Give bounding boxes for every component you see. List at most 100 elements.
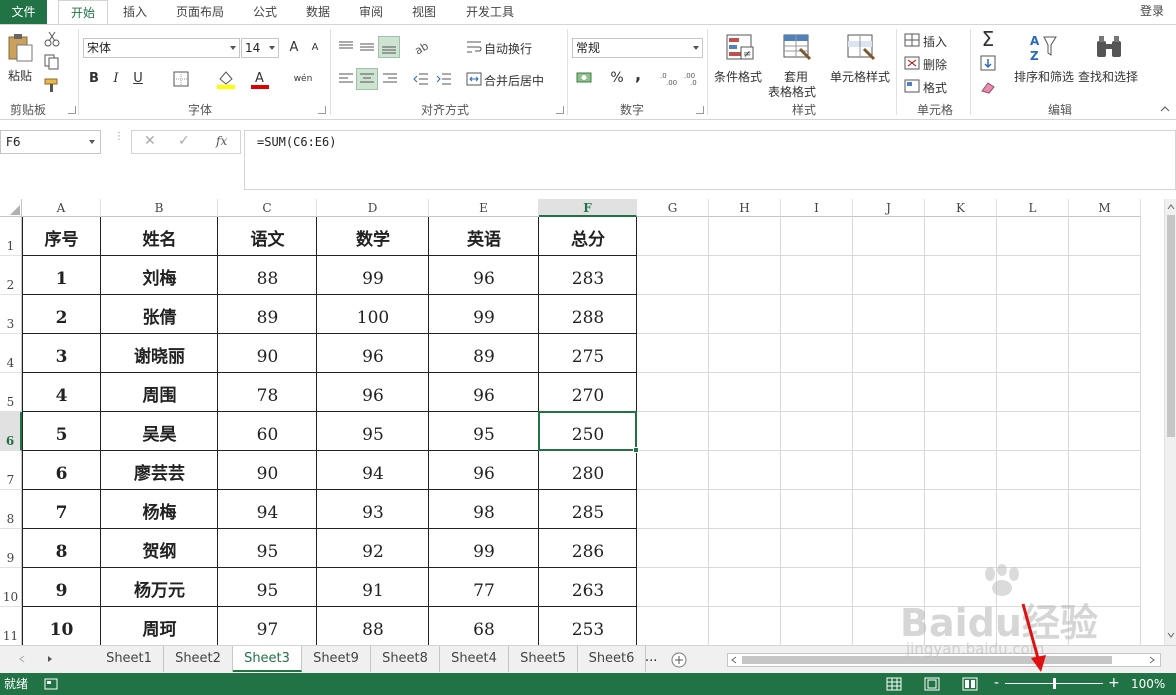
login-link[interactable]: 登录 [1140,0,1164,22]
row-header-3[interactable]: 3 [0,295,22,334]
cell-d8[interactable]: 93 [317,501,429,525]
cell-f9[interactable]: 286 [539,540,637,564]
tab-view[interactable]: 视图 [401,0,447,24]
column-header-f[interactable]: F [539,199,637,217]
cell-f2[interactable]: 283 [539,267,637,291]
cell-f10[interactable]: 263 [539,579,637,603]
row-header-11[interactable]: 11 [0,607,22,645]
cell-b6[interactable]: 吴昊 [101,423,218,447]
scroll-right-icon[interactable] [1148,656,1156,664]
cell-b8[interactable]: 杨梅 [101,501,218,525]
cell-e5[interactable]: 96 [429,384,539,408]
insert-function-icon[interactable]: fx [216,134,227,148]
autosum-icon[interactable]: Σ [978,29,998,49]
cell-f1[interactable]: 总分 [539,228,637,252]
insert-cells-icon[interactable] [904,33,920,47]
comma-button[interactable]: , [628,65,648,85]
cell-d9[interactable]: 92 [317,540,429,564]
cell-f11[interactable]: 253 [539,618,637,642]
format-cells-icon[interactable] [904,79,920,93]
currency-icon[interactable] [576,70,594,86]
next-sheet-icon[interactable] [46,655,54,663]
cell-e9[interactable]: 99 [429,540,539,564]
prev-sheet-icon[interactable] [18,655,26,663]
cell-e2[interactable]: 96 [429,267,539,291]
cut-icon[interactable] [44,31,60,47]
column-header-a[interactable]: A [22,199,101,217]
tab-page-layout[interactable]: 页面布局 [166,0,234,24]
cell-c11[interactable]: 97 [218,618,317,642]
scroll-down-icon[interactable] [1167,631,1175,639]
cell-c1[interactable]: 语文 [218,228,317,252]
font-size-select[interactable]: 14 [241,38,279,58]
cell-f3[interactable]: 288 [539,306,637,330]
insert-cells-button[interactable]: 插入 [923,33,947,50]
cell-e10[interactable]: 77 [429,579,539,603]
cell-styles-button[interactable]: 单元格样式 [830,31,892,97]
tab-formulas[interactable]: 公式 [242,0,288,24]
cell-c10[interactable]: 95 [218,579,317,603]
cell-d5[interactable]: 96 [317,384,429,408]
wrap-text-button[interactable]: 自动换行 [484,40,532,57]
cell-a8[interactable]: 7 [22,501,101,525]
font-launcher[interactable] [318,106,326,114]
cell-a4[interactable]: 3 [22,345,101,369]
increase-decimal-icon[interactable]: .0.00 [660,70,678,86]
zoom-in-button[interactable]: + [1108,672,1120,694]
cell-f5[interactable]: 270 [539,384,637,408]
decrease-decimal-icon[interactable]: .00.0 [684,70,702,86]
sheet-tab-sheet3[interactable]: Sheet3 [233,646,302,672]
number-format-select[interactable]: 常规 [572,38,703,58]
row-header-2[interactable]: 2 [0,256,22,295]
cell-d1[interactable]: 数学 [317,228,429,252]
number-launcher[interactable] [696,106,704,114]
cell-b11[interactable]: 周珂 [101,618,218,642]
tab-review[interactable]: 审阅 [348,0,394,24]
column-header-i[interactable]: I [781,199,853,217]
format-cells-button[interactable]: 格式 [923,79,947,96]
underline-button[interactable]: U [128,69,148,89]
sheet-tab-sheet1[interactable]: Sheet1 [95,646,164,672]
tab-home[interactable]: 开始 [58,0,108,25]
increase-indent-icon[interactable] [436,71,452,87]
align-top-icon[interactable] [338,39,354,55]
collapse-ribbon-icon[interactable] [1160,105,1170,113]
scroll-left-icon[interactable] [730,656,738,664]
normal-view-icon[interactable] [886,677,902,691]
format-as-table-button[interactable]: 套用 表格格式 [768,31,826,99]
tab-developer[interactable]: 开发工具 [455,0,525,24]
scroll-up-icon[interactable] [1167,203,1175,211]
cell-e7[interactable]: 96 [429,462,539,486]
cell-c5[interactable]: 78 [218,384,317,408]
cell-c8[interactable]: 94 [218,501,317,525]
italic-button[interactable]: I [106,69,126,89]
merge-center-button[interactable]: 合并后居中 [484,72,544,89]
copy-icon[interactable] [44,54,60,70]
cell-b2[interactable]: 刘梅 [101,267,218,291]
column-header-e[interactable]: E [429,199,539,217]
add-sheet-icon[interactable] [670,651,688,669]
page-layout-view-icon[interactable] [924,677,940,691]
column-header-j[interactable]: J [853,199,925,217]
align-right-icon[interactable] [382,71,398,87]
cell-c7[interactable]: 90 [218,462,317,486]
cell-c9[interactable]: 95 [218,540,317,564]
vertical-scroll-thumb[interactable] [1167,215,1175,437]
row-header-10[interactable]: 10 [0,568,22,607]
cancel-icon[interactable]: ✕ [144,133,156,149]
tab-file[interactable]: 文件 [0,0,47,24]
name-box[interactable]: F6 [0,130,101,154]
cell-e1[interactable]: 英语 [429,228,539,252]
cell-e6[interactable]: 95 [429,423,539,447]
font-name-select[interactable]: 宋体 [83,38,240,58]
cell-d11[interactable]: 88 [317,618,429,642]
cell-a9[interactable]: 8 [22,540,101,564]
sheet-tab-sheet2[interactable]: Sheet2 [164,646,233,672]
cell-b1[interactable]: 姓名 [101,228,218,252]
cell-b10[interactable]: 杨万元 [101,579,218,603]
cell-a5[interactable]: 4 [22,384,101,408]
delete-cells-button[interactable]: 删除 [923,56,947,73]
cell-b5[interactable]: 周围 [101,384,218,408]
select-all-corner[interactable] [0,199,22,217]
cell-a7[interactable]: 6 [22,462,101,486]
